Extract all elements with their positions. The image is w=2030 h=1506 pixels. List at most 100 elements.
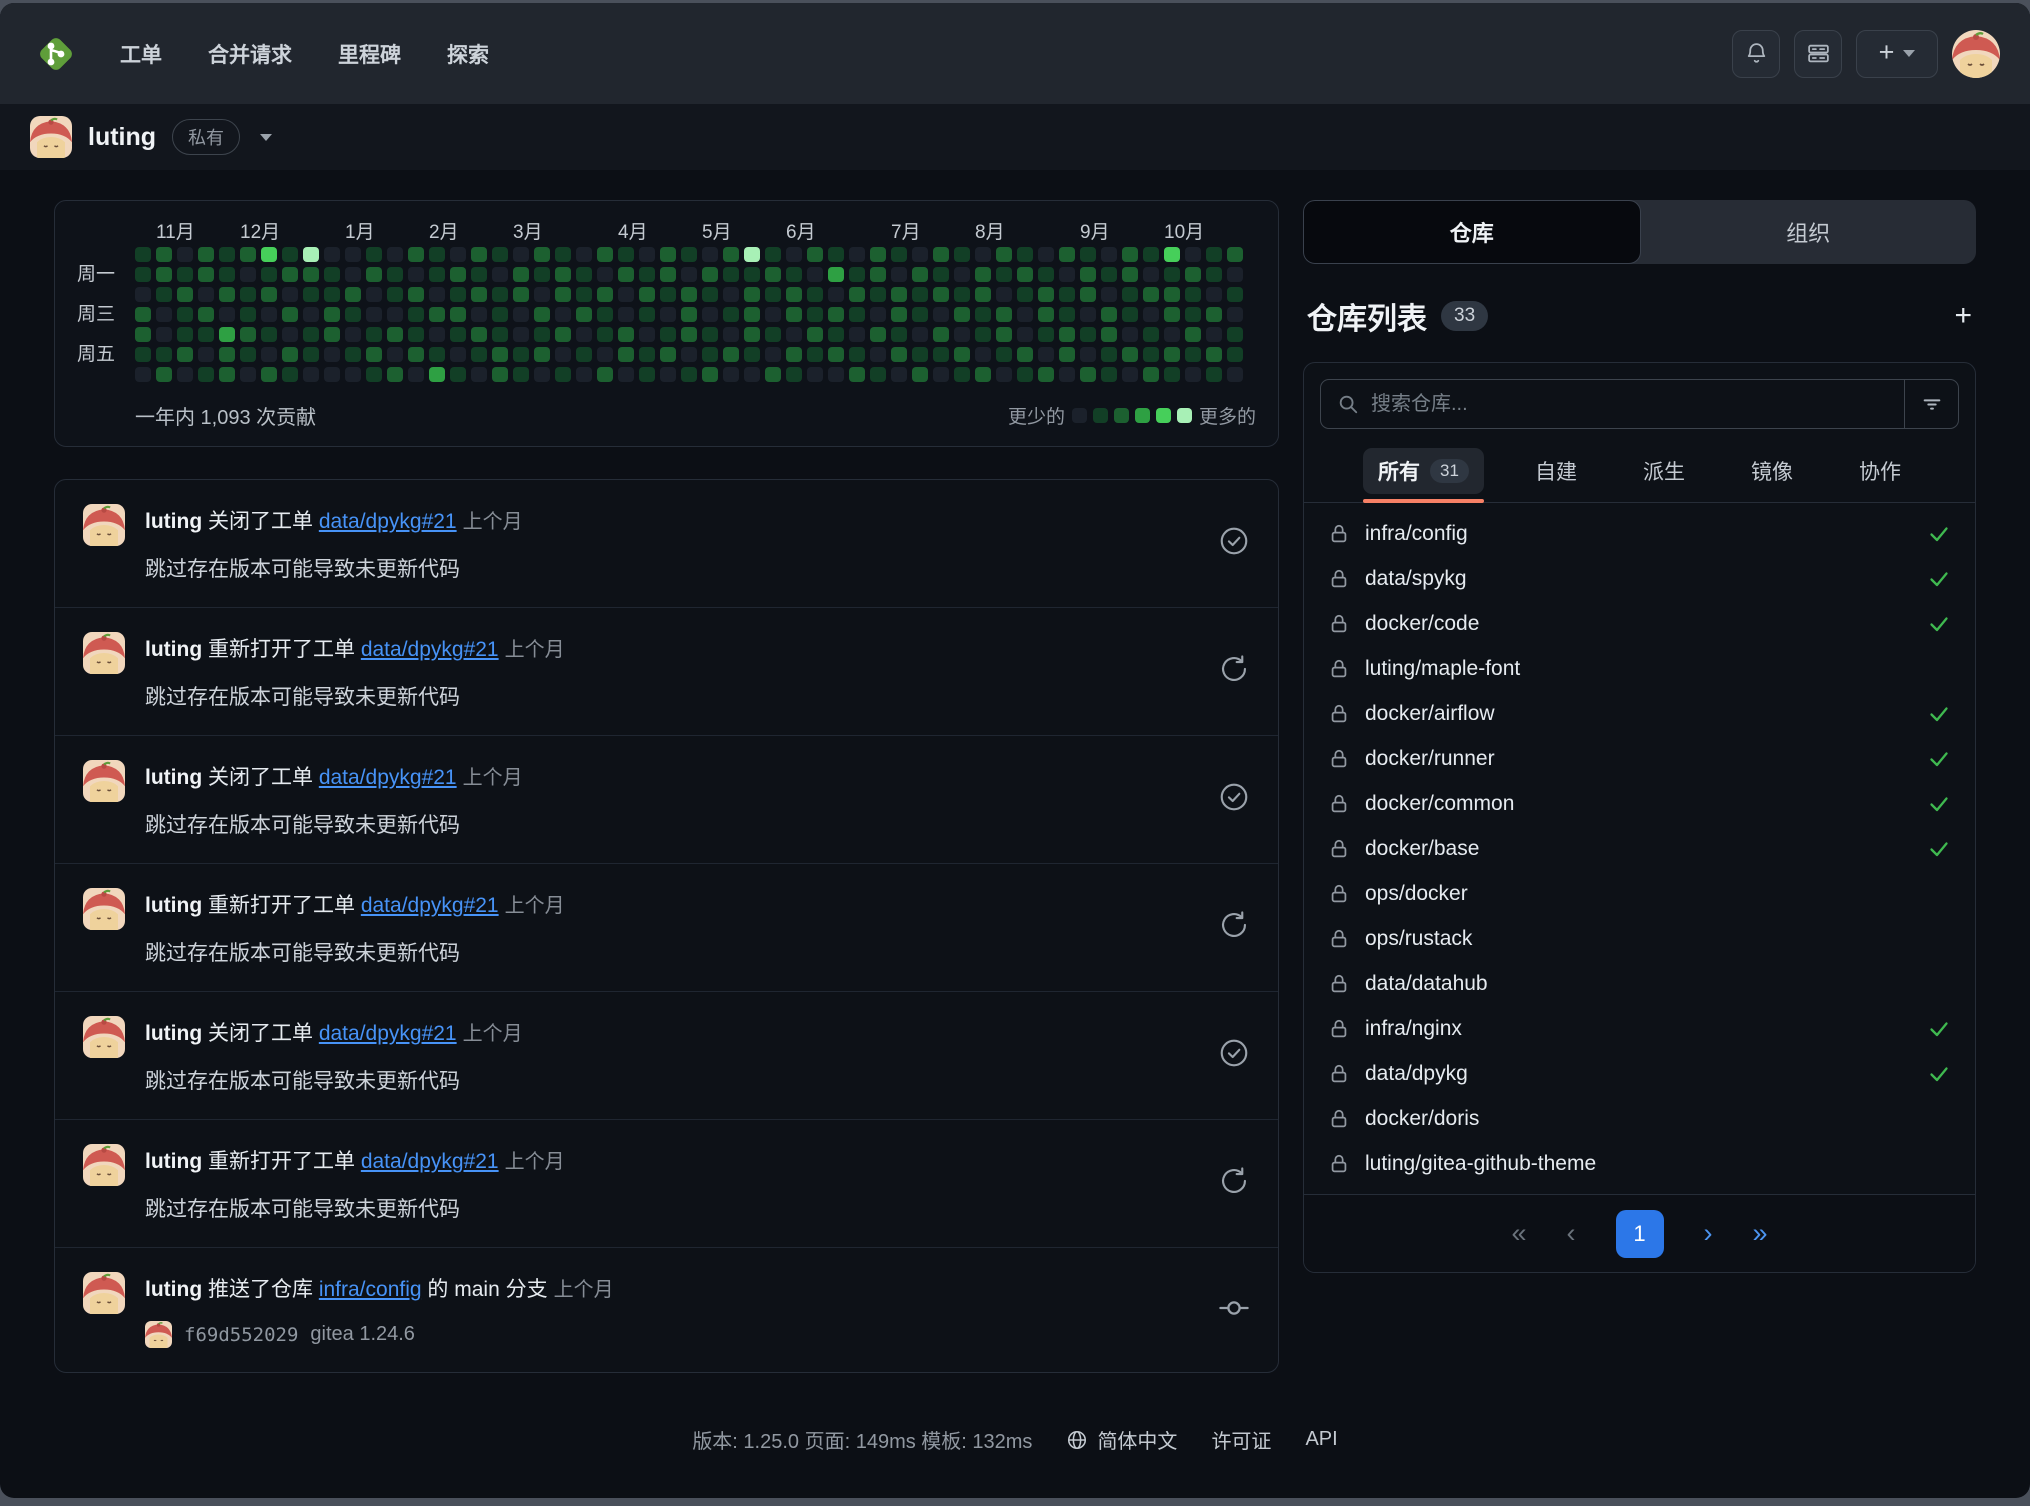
feed-entry-action: 重新打开了工单 [202, 894, 361, 917]
check-icon [1927, 702, 1951, 726]
tab-organizations[interactable]: 组织 [1641, 200, 1977, 264]
feed-entry-avatar[interactable] [83, 888, 125, 930]
repo-list-item[interactable]: ops/docker [1314, 871, 1965, 916]
heatmap-cell [912, 307, 928, 322]
repo-list-item[interactable]: data/dpykg [1314, 1051, 1965, 1096]
feed-entry-link[interactable]: data/dpykg#21 [319, 1022, 457, 1045]
heatmap-cell [933, 247, 949, 262]
heatmap-cell [702, 367, 718, 382]
gitea-logo[interactable] [30, 28, 82, 80]
feed-entry-avatar[interactable] [83, 1144, 125, 1186]
heatmap-cell [492, 367, 508, 382]
username[interactable]: luting [88, 123, 156, 152]
feed-entry-time: 上个月 [505, 1151, 565, 1173]
feed-entry-avatar[interactable] [83, 1272, 125, 1314]
feed-entry-link[interactable]: infra/config [319, 1278, 422, 1301]
repo-list-item[interactable]: docker/doris [1314, 1096, 1965, 1141]
heatmap-cell [807, 267, 823, 282]
heatmap-cell [597, 267, 613, 282]
repo-filter-1[interactable]: 自建 [1520, 439, 1592, 502]
notifications-button[interactable] [1732, 30, 1780, 78]
repo-list-item[interactable]: infra/config [1314, 511, 1965, 556]
repo-filter-4[interactable]: 协作 [1844, 439, 1916, 502]
heatmap-cell [135, 367, 151, 382]
license-link[interactable]: 许可证 [1211, 1425, 1271, 1454]
heatmap-cell [576, 247, 592, 262]
check-icon [1927, 792, 1951, 816]
repo-list-item[interactable]: docker/airflow [1314, 691, 1965, 736]
language-selector[interactable]: 简体中文 [1066, 1425, 1177, 1454]
feed-entry-user[interactable]: luting [145, 894, 202, 917]
feed-entry-link[interactable]: data/dpykg#21 [361, 638, 499, 661]
heatmap-cell [513, 367, 529, 382]
repo-list-item[interactable]: infra/nginx [1314, 1006, 1965, 1051]
heatmap-cell [996, 287, 1012, 302]
feed-entry-link[interactable]: data/dpykg#21 [319, 766, 457, 789]
heatmap-cell [471, 327, 487, 342]
tab-repositories[interactable]: 仓库 [1303, 200, 1641, 264]
heatmap-cell [555, 327, 571, 342]
feed-entry-avatar[interactable] [83, 504, 125, 546]
issue-closed-icon [1218, 1037, 1250, 1074]
repo-filter-button[interactable] [1904, 380, 1958, 428]
repo-filter-3[interactable]: 镜像 [1736, 439, 1808, 502]
next-page-button[interactable]: › [1704, 1218, 1713, 1249]
nav-link-0[interactable]: 工单 [120, 39, 162, 69]
api-link[interactable]: API [1305, 1428, 1337, 1451]
repo-search-input[interactable] [1371, 380, 1904, 428]
heatmap-cell [450, 327, 466, 342]
issue-reopened-icon [1218, 1165, 1250, 1202]
check-icon [1927, 567, 1951, 591]
repo-list-item[interactable]: docker/base [1314, 826, 1965, 871]
feed-entry-link[interactable]: data/dpykg#21 [319, 510, 457, 533]
repo-list-item[interactable]: luting/gitea-github-theme [1314, 1141, 1965, 1186]
repo-list-item[interactable]: docker/code [1314, 601, 1965, 646]
current-page-button[interactable]: 1 [1616, 1210, 1664, 1258]
heatmap-month-label: 5月 [702, 217, 732, 244]
heatmap-cell [765, 247, 781, 262]
nav-link-2[interactable]: 里程碑 [338, 39, 401, 69]
heatmap-cell [723, 307, 739, 322]
commit-sha[interactable]: f69d552029 [184, 1324, 298, 1346]
repo-list-item[interactable]: data/datahub [1314, 961, 1965, 1006]
heatmap-cell [765, 347, 781, 362]
feed-entry-avatar[interactable] [83, 1016, 125, 1058]
legend-swatch [1135, 408, 1150, 423]
heatmap-cell [534, 287, 550, 302]
feed-entry-user[interactable]: luting [145, 1278, 202, 1301]
feed-entry-title: luting 重新打开了工单 data/dpykg#21上个月 [145, 635, 1202, 665]
create-new-button[interactable]: + [1856, 30, 1938, 78]
feed-entry-user[interactable]: luting [145, 1022, 202, 1045]
repo-list-item[interactable]: docker/runner [1314, 736, 1965, 781]
nav-link-1[interactable]: 合并请求 [208, 39, 292, 69]
heatmap-cell [660, 347, 676, 362]
prev-page-button[interactable]: ‹ [1567, 1218, 1576, 1249]
add-repo-button[interactable]: + [1954, 301, 1972, 331]
repo-filter-2[interactable]: 派生 [1628, 439, 1700, 502]
feed-entry-avatar[interactable] [83, 760, 125, 802]
nav-link-3[interactable]: 探索 [447, 39, 489, 69]
heatmap-cell [282, 327, 298, 342]
heatmap-cell [702, 307, 718, 322]
profile-avatar[interactable] [30, 116, 72, 158]
feed-entry-link[interactable]: data/dpykg#21 [361, 1150, 499, 1173]
feed-entry-avatar[interactable] [83, 632, 125, 674]
repo-filter-0[interactable]: 所有31 [1363, 439, 1484, 502]
heatmap-cell [555, 307, 571, 322]
user-avatar[interactable] [1952, 30, 2000, 78]
repo-list-item[interactable]: docker/common [1314, 781, 1965, 826]
feed-entry-user[interactable]: luting [145, 638, 202, 661]
feed-entry-user[interactable]: luting [145, 766, 202, 789]
feed-entry-link[interactable]: data/dpykg#21 [361, 894, 499, 917]
feed-entry-user[interactable]: luting [145, 1150, 202, 1173]
repo-list-item[interactable]: luting/maple-font [1314, 646, 1965, 691]
feed-entry-body: luting 关闭了工单 data/dpykg#21上个月跳过存在版本可能导致未… [145, 760, 1202, 839]
last-page-button[interactable]: » [1753, 1218, 1768, 1249]
repo-list-item[interactable]: data/spykg [1314, 556, 1965, 601]
chevron-down-icon[interactable] [260, 134, 272, 141]
first-page-button[interactable]: « [1511, 1218, 1526, 1249]
repo-list-item[interactable]: ops/rustack [1314, 916, 1965, 961]
active-runs-button[interactable] [1794, 30, 1842, 78]
legend-swatches [1072, 408, 1192, 423]
feed-entry-user[interactable]: luting [145, 510, 202, 533]
